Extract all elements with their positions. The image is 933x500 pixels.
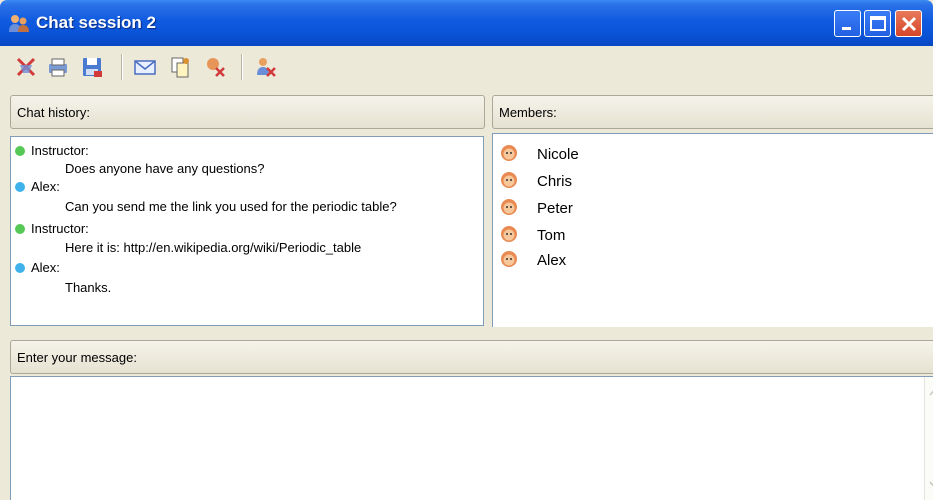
message-input-header: Enter your message: (10, 340, 933, 374)
user-face-icon (501, 199, 517, 215)
print-icon[interactable] (46, 55, 70, 79)
scroll-down-icon[interactable] (927, 477, 933, 492)
toolbar-separator (121, 54, 123, 80)
vertical-splitter[interactable] (486, 95, 490, 330)
chat-window: Chat session 2 Chat history: Members: In… (0, 0, 933, 500)
user-face-icon (501, 251, 517, 267)
close-icon (901, 16, 917, 32)
message-input[interactable] (10, 376, 933, 500)
status-dot-icon (15, 182, 25, 192)
maximize-button[interactable] (864, 10, 891, 37)
toolbar (0, 46, 933, 92)
close-button[interactable] (895, 10, 922, 37)
scroll-up-icon[interactable] (927, 385, 933, 400)
delete-icon[interactable] (14, 55, 38, 79)
status-dot-icon (15, 224, 25, 234)
chat-history-label: Chat history: (17, 105, 90, 120)
message-text: Can you send me the link you used for th… (65, 199, 397, 214)
members-label: Members: (499, 105, 557, 120)
member-name: Nicole (537, 146, 579, 163)
message-text: Thanks. (65, 280, 112, 295)
user-remove-icon[interactable] (203, 55, 227, 79)
status-dot-icon (15, 146, 25, 156)
chat-history-header: Chat history: (10, 95, 485, 129)
people-icon (9, 15, 29, 32)
user-face-icon (501, 145, 517, 161)
member-name: Tom (537, 227, 566, 244)
envelope-icon[interactable] (133, 55, 157, 79)
members-header: Members: (492, 95, 933, 129)
member-name: Alex (537, 252, 567, 269)
message-scrollbar[interactable] (924, 377, 933, 500)
message-sender: Alex: (31, 260, 60, 275)
minimize-icon (842, 27, 851, 30)
leave-icon[interactable] (254, 55, 278, 79)
message-text: Here it is: http://en.wikipedia.org/wiki… (65, 240, 362, 255)
message-sender: Instructor: (31, 143, 89, 158)
maximize-icon (870, 16, 886, 31)
save-icon[interactable] (80, 55, 104, 79)
minimize-button[interactable] (834, 10, 861, 37)
message-text: Does anyone have any questions? (65, 161, 265, 176)
status-dot-icon (15, 263, 25, 273)
user-face-icon (501, 172, 517, 188)
message-input-label: Enter your message: (17, 350, 137, 365)
toolbar-separator (241, 54, 243, 80)
chat-history-panel[interactable]: Instructor: Does anyone have any questio… (10, 136, 484, 326)
window-title: Chat session 2 (36, 13, 156, 32)
title-bar[interactable]: Chat session 2 (0, 0, 933, 46)
user-face-icon (501, 226, 517, 242)
member-name: Peter (537, 200, 573, 217)
message-sender: Alex: (31, 179, 60, 194)
message-sender: Instructor: (31, 221, 89, 236)
members-list[interactable]: Nicole Chris Peter Tom Alex (492, 133, 933, 327)
copy-icon[interactable] (168, 55, 192, 79)
member-name: Chris (537, 173, 573, 190)
